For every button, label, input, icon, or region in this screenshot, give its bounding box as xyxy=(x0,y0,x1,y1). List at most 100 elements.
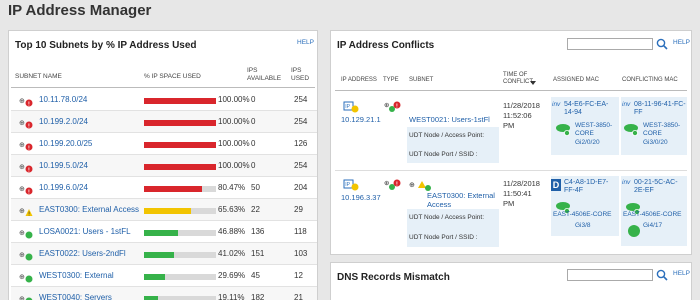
assigned-port-link[interactable]: Gi2/0/20 xyxy=(575,139,600,147)
conflicting-port-link[interactable]: Gi4/17 xyxy=(643,222,662,230)
udt-node-label: UDT Node / Access Point: xyxy=(409,214,485,221)
assigned-switch-link[interactable]: EAST-4506E-CORE xyxy=(553,211,619,219)
help-link[interactable]: HELP xyxy=(673,270,690,277)
usage-bar xyxy=(144,274,216,280)
switch-icon xyxy=(556,124,570,136)
table-row[interactable]: ⊕! EAST0300: External Access 65.63% 22 29 xyxy=(11,199,317,221)
column-header-conflicting-mac[interactable]: CONFLICTING MAC xyxy=(622,77,678,84)
subnet-status-icon: ⊕ xyxy=(19,296,33,300)
usage-bar-fill xyxy=(144,164,216,170)
usage-bar xyxy=(144,296,216,300)
usage-percent: 19.11% xyxy=(218,293,245,300)
subnet-name-link[interactable]: LOSA0021: Users - 1stFL xyxy=(39,227,131,236)
table-row[interactable]: ⊕! 10.199.20.0/25 100.00% 0 126 xyxy=(11,133,317,155)
vendor-logo-icon: inv xyxy=(622,101,631,108)
ips-available: 136 xyxy=(251,227,265,236)
ips-available: 0 xyxy=(251,161,256,170)
ips-used: 21 xyxy=(294,293,303,300)
usage-bar xyxy=(144,230,216,236)
table-row[interactable]: ⊕ LOSA0021: Users - 1stFL 46.88% 136 118 xyxy=(11,221,317,243)
conflicting-mac-link[interactable]: 00-21-5C-AC-2E-EF xyxy=(634,179,686,195)
column-header-subnet[interactable]: SUBNET xyxy=(409,77,433,84)
ip-address-link[interactable]: 10.196.3.37 xyxy=(341,193,381,202)
usage-bar-fill xyxy=(144,142,216,148)
column-header-ips-available[interactable]: IPS AVAILABLE xyxy=(247,67,281,83)
conflict-date: 11/28/2018 xyxy=(503,179,540,188)
svg-text:⊕: ⊕ xyxy=(19,230,25,237)
ips-available: 151 xyxy=(251,249,265,258)
table-row[interactable]: ⊕! 10.199.2.0/24 100.00% 0 254 xyxy=(11,111,317,133)
search-icon[interactable] xyxy=(656,38,668,50)
panel-title: Top 10 Subnets by % IP Address Used xyxy=(15,40,197,51)
help-link[interactable]: HELP xyxy=(673,39,690,46)
column-header-type[interactable]: TYPE xyxy=(383,77,399,84)
subnet-name-link[interactable]: EAST0022: Users-2ndFl xyxy=(39,249,126,258)
svg-text:⊕: ⊕ xyxy=(19,296,25,300)
subnet-name-link[interactable]: 10.11.78.0/24 xyxy=(39,95,87,104)
ips-used: 204 xyxy=(294,183,308,192)
ips-used: 118 xyxy=(294,227,307,236)
subnet-name-link[interactable]: WEST0040: Servers xyxy=(39,293,112,300)
column-header-subnet-name[interactable]: SUBNET NAME xyxy=(15,73,62,81)
table-row[interactable]: ⊕! 10.199.6.0/24 80.47% 50 204 xyxy=(11,177,317,199)
subnet-name-link[interactable]: WEST0300: External xyxy=(39,271,114,280)
column-header-ip-space[interactable]: % IP SPACE USED xyxy=(144,73,201,81)
udt-port-label: UDT Node Port / SSID : xyxy=(409,151,478,158)
svg-text:⊕: ⊕ xyxy=(19,252,25,259)
usage-bar-fill xyxy=(144,98,216,104)
subnet-status-icon: ⊕! xyxy=(19,208,33,217)
usage-bar xyxy=(144,142,216,148)
usage-percent: 100.00% xyxy=(218,139,250,148)
table-row[interactable]: ⊕ WEST0300: External 29.69% 45 12 xyxy=(11,265,317,287)
conflict-type-icon: ⊕ ! xyxy=(384,179,401,190)
table-row[interactable]: ⊕! 10.11.78.0/24 100.00% 0 254 xyxy=(11,89,317,111)
sort-desc-icon[interactable] xyxy=(530,81,536,86)
assigned-mac-link[interactable]: 54-E6-FC-EA-14-94 xyxy=(564,101,618,117)
svg-text:⊕: ⊕ xyxy=(19,208,25,215)
subnet-name-link[interactable]: EAST0300: External Access xyxy=(39,205,139,214)
subnet-link[interactable]: EAST0300: External Access xyxy=(427,191,501,209)
panel-title: DNS Records Mismatch xyxy=(337,272,450,283)
conflict-ampm: PM xyxy=(503,121,515,130)
ips-available: 0 xyxy=(251,95,256,104)
table-row[interactable]: ⊕! 10.199.5.0/24 100.00% 0 254 xyxy=(11,155,317,177)
assigned-port-link[interactable]: Gi3/8 xyxy=(575,222,591,230)
usage-percent: 100.00% xyxy=(218,161,250,170)
conflicting-switch-link[interactable]: EAST-4506E-CORE xyxy=(623,211,687,219)
assigned-switch-link[interactable]: WEST-3850-CORE xyxy=(575,122,619,138)
subnet-status-icon: ⊕! xyxy=(19,164,33,173)
subnet-status-icon: ⊕! xyxy=(19,98,33,107)
conflicting-switch-link[interactable]: WEST-3850-CORE xyxy=(643,122,687,138)
column-header-ips-used[interactable]: IPS USED xyxy=(291,67,317,83)
svg-text:!: ! xyxy=(396,181,398,187)
svg-text:!: ! xyxy=(28,101,30,107)
subnet-name-link[interactable]: 10.199.6.0/24 xyxy=(39,183,88,192)
svg-text:!: ! xyxy=(28,145,30,151)
usage-percent: 65.63% xyxy=(218,205,246,214)
subnet-name-link[interactable]: 10.199.5.0/24 xyxy=(39,161,88,170)
table-row[interactable]: ⊕ WEST0040: Servers 19.11% 182 21 xyxy=(11,287,317,300)
column-header-ip-address[interactable]: IP ADDRESS xyxy=(341,77,377,84)
subnet-link[interactable]: WEST0021: Users-1stFl xyxy=(409,115,490,124)
column-header-assigned-mac[interactable]: ASSIGNED MAC xyxy=(553,77,599,84)
search-input[interactable] xyxy=(567,269,653,281)
table-row[interactable]: ⊕ EAST0022: Users-2ndFl 41.02% 151 103 xyxy=(11,243,317,265)
subnet-name-link[interactable]: 10.199.2.0/24 xyxy=(39,117,88,126)
switch-status-icon xyxy=(628,225,640,237)
svg-text:IP: IP xyxy=(345,182,350,188)
conflicting-mac-link[interactable]: 08-11-96-41-FC-FF xyxy=(634,101,686,117)
subnet-name-link[interactable]: 10.199.20.0/25 xyxy=(39,139,92,148)
usage-percent: 46.88% xyxy=(218,227,246,236)
dns-mismatch-panel: DNS Records Mismatch HELP xyxy=(330,262,692,300)
search-input[interactable] xyxy=(567,38,653,50)
usage-bar xyxy=(144,98,216,104)
svg-text:⊕: ⊕ xyxy=(19,164,25,171)
ips-available: 0 xyxy=(251,117,256,126)
svg-text:⊕: ⊕ xyxy=(19,186,25,193)
conflicting-port-link[interactable]: Gi3/0/20 xyxy=(643,139,668,147)
usage-bar xyxy=(144,208,216,214)
assigned-mac-link[interactable]: C4-A8-1D-E7-FF-4F xyxy=(564,179,618,195)
ip-address-link[interactable]: 10.129.21.1 xyxy=(341,115,381,124)
search-icon[interactable] xyxy=(656,269,668,281)
help-link[interactable]: HELP xyxy=(297,39,314,46)
